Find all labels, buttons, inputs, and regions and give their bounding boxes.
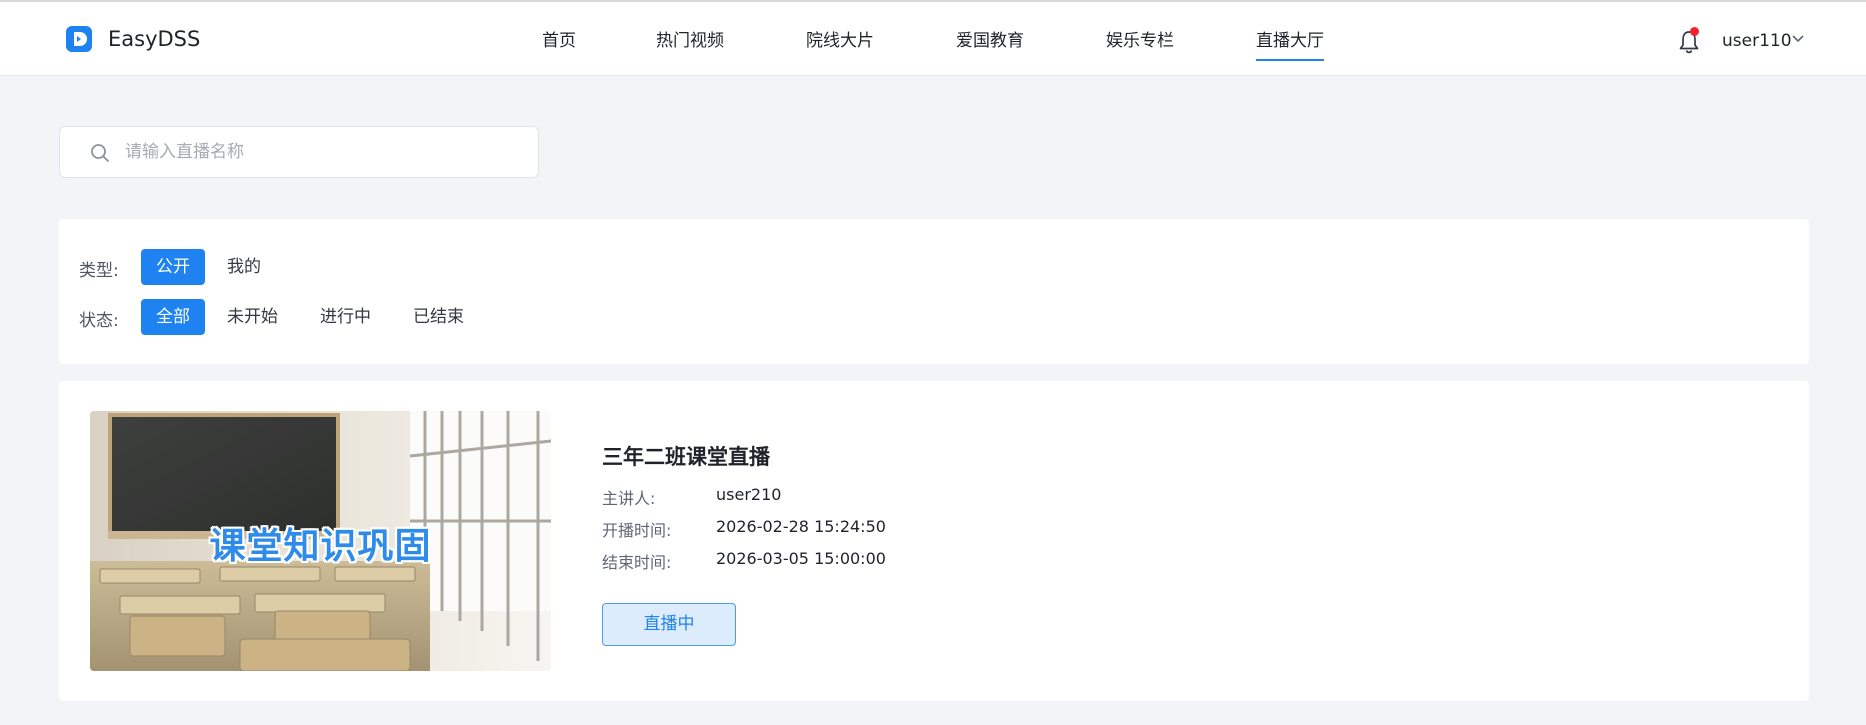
filter-status-not-started[interactable]: 未开始: [212, 299, 293, 335]
nav-item-patriotic-education[interactable]: 爱国教育: [956, 30, 1024, 52]
meta-end-time-value: 2026-03-05 15:00:00: [716, 549, 886, 568]
filter-status-all[interactable]: 全部: [141, 299, 205, 335]
top-navbar: EasyDSS 首页 热门视频 院线大片 爱国教育 娱乐专栏 直播大厅 user…: [0, 2, 1866, 76]
filter-status-in-progress[interactable]: 进行中: [305, 299, 386, 335]
filter-status-ended[interactable]: 已结束: [398, 299, 479, 335]
filter-panel: 类型: 公开 我的 状态: 全部 未开始 进行中 已结束: [59, 219, 1809, 364]
meta-end-time-label: 结束时间:: [602, 553, 672, 572]
nav-item-hot-videos[interactable]: 热门视频: [656, 30, 724, 52]
thumbnail-caption: 课堂知识巩固: [209, 526, 432, 567]
search-input[interactable]: [125, 137, 525, 167]
meta-start-time-value: 2026-02-28 15:24:50: [716, 517, 886, 536]
live-status-button[interactable]: 直播中: [602, 603, 736, 646]
user-menu-name[interactable]: user110: [1722, 30, 1792, 52]
notification-dot: [1690, 27, 1699, 36]
live-thumbnail[interactable]: 课堂知识巩固: [90, 411, 551, 671]
search-box: [59, 126, 539, 178]
live-title[interactable]: 三年二班课堂直播: [602, 441, 770, 471]
meta-presenter-value: user210: [716, 485, 782, 504]
nav-item-live-hall[interactable]: 直播大厅: [1256, 30, 1324, 61]
meta-presenter-label: 主讲人:: [602, 489, 656, 508]
nav-item-entertainment[interactable]: 娱乐专栏: [1106, 30, 1174, 52]
filter-type-public[interactable]: 公开: [141, 249, 205, 285]
filter-label-type: 类型:: [79, 261, 119, 281]
filter-type-mine[interactable]: 我的: [212, 249, 276, 285]
easydss-logo-icon[interactable]: [66, 26, 92, 52]
search-icon: [91, 144, 109, 162]
nav-item-home[interactable]: 首页: [542, 30, 576, 52]
brand-name[interactable]: EasyDSS: [108, 26, 200, 52]
filter-label-status: 状态:: [79, 311, 119, 331]
live-card: 课堂知识巩固 三年二班课堂直播 主讲人: user210 开播时间: 2026-…: [59, 381, 1809, 701]
nav-item-cinema[interactable]: 院线大片: [806, 30, 874, 52]
chevron-down-icon[interactable]: [1791, 34, 1805, 44]
meta-start-time-label: 开播时间:: [602, 521, 672, 540]
